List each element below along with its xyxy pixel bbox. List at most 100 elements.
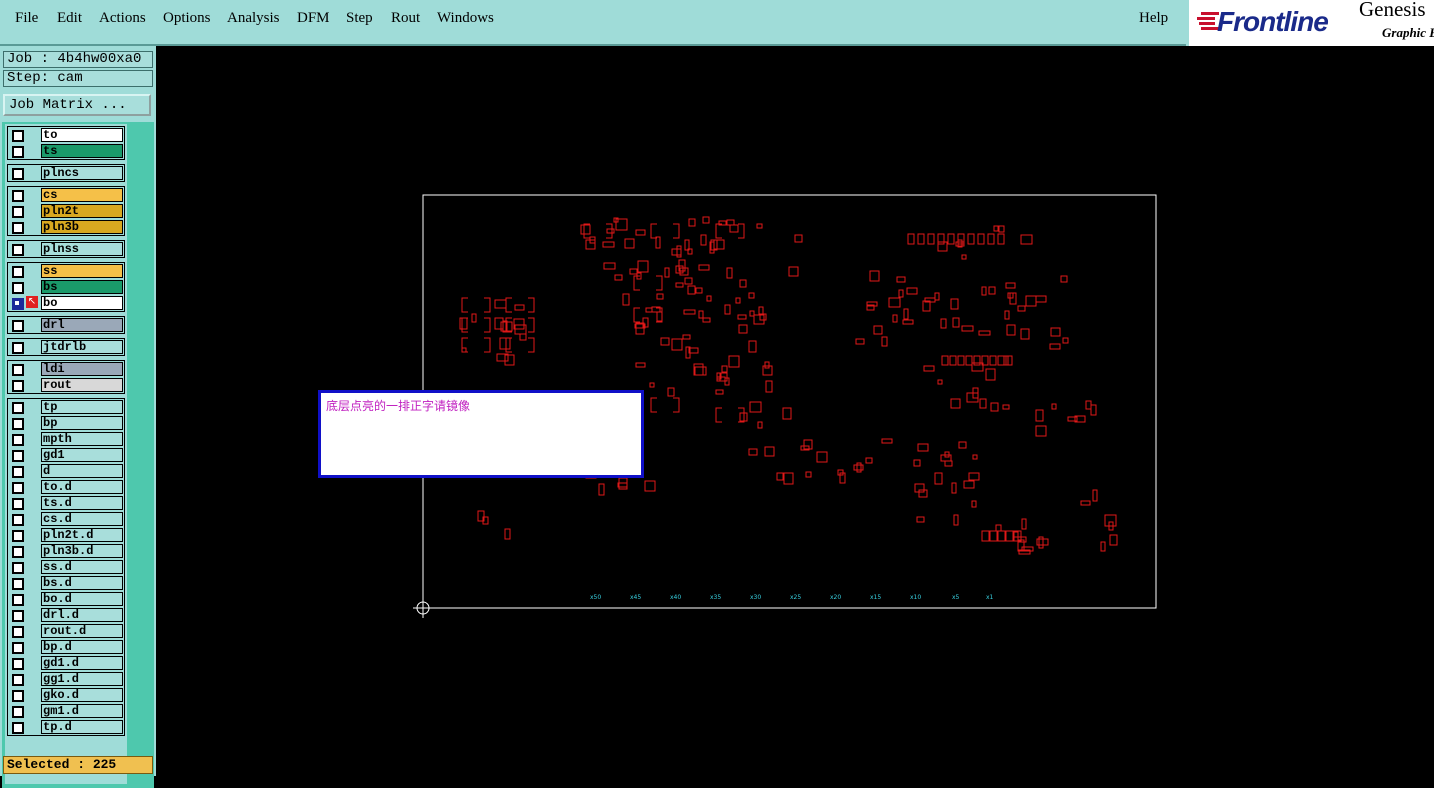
layer-row[interactable]: gm1.d [8, 703, 124, 719]
layer-name[interactable]: bp.d [41, 640, 123, 654]
layer-checkbox[interactable] [12, 610, 24, 622]
layer-row[interactable]: tp [8, 399, 124, 415]
layer-checkbox[interactable] [12, 674, 24, 686]
layer-checkbox[interactable] [12, 546, 24, 558]
layer-checkbox[interactable] [12, 578, 24, 590]
layer-name[interactable]: gd1.d [41, 656, 123, 670]
layer-row[interactable]: plncs [8, 165, 124, 181]
layer-name[interactable]: gm1.d [41, 704, 123, 718]
layer-checkbox[interactable] [12, 298, 24, 310]
layer-row[interactable]: drl [8, 317, 124, 333]
layer-checkbox[interactable] [12, 690, 24, 702]
layer-checkbox[interactable] [12, 146, 24, 158]
layer-name[interactable]: gg1.d [41, 672, 123, 686]
layer-row[interactable]: bs.d [8, 575, 124, 591]
menu-file[interactable]: File [15, 10, 38, 27]
job-matrix-button[interactable]: Job Matrix ... [3, 94, 151, 116]
layer-checkbox[interactable] [12, 266, 24, 278]
layer-row[interactable]: gko.d [8, 687, 124, 703]
layer-row[interactable]: drl.d [8, 607, 124, 623]
layer-checkbox[interactable] [12, 434, 24, 446]
layer-checkbox[interactable] [12, 342, 24, 354]
layer-checkbox[interactable] [12, 450, 24, 462]
layer-checkbox[interactable] [12, 706, 24, 718]
layer-row[interactable]: d [8, 463, 124, 479]
layer-name[interactable]: to [41, 128, 123, 142]
menu-analysis[interactable]: Analysis [227, 10, 280, 27]
layer-row[interactable]: tp.d [8, 719, 124, 735]
layer-name[interactable]: to.d [41, 480, 123, 494]
layer-list[interactable]: to ts plncs cs pln2t pln3b plnss ss bs ↖ bo drl jtdr… [2, 122, 154, 788]
layer-row[interactable]: ss.d [8, 559, 124, 575]
menu-windows[interactable]: Windows [437, 10, 494, 27]
layer-row[interactable]: bp.d [8, 639, 124, 655]
layer-checkbox[interactable] [12, 418, 24, 430]
layer-row[interactable]: plnss [8, 241, 124, 257]
layer-name[interactable]: bs.d [41, 576, 123, 590]
layer-checkbox[interactable] [12, 498, 24, 510]
layer-name[interactable]: pln3b.d [41, 544, 123, 558]
menu-dfm[interactable]: DFM [297, 10, 330, 27]
layer-name[interactable]: ss.d [41, 560, 123, 574]
menu-edit[interactable]: Edit [57, 10, 82, 27]
layer-row[interactable]: cs.d [8, 511, 124, 527]
layer-name[interactable]: cs [41, 188, 123, 202]
layer-checkbox[interactable] [12, 642, 24, 654]
layer-name[interactable]: bo.d [41, 592, 123, 606]
layer-checkbox[interactable] [12, 562, 24, 574]
layer-row[interactable]: ts.d [8, 495, 124, 511]
menu-actions[interactable]: Actions [99, 10, 146, 27]
layer-name[interactable]: gko.d [41, 688, 123, 702]
layer-name[interactable]: jtdrlb [41, 340, 123, 354]
layer-row[interactable]: ldi [8, 361, 124, 377]
layer-name[interactable]: ts.d [41, 496, 123, 510]
layer-row[interactable]: pln3b.d [8, 543, 124, 559]
layer-row[interactable]: pln2t.d [8, 527, 124, 543]
menu-options[interactable]: Options [163, 10, 211, 27]
layer-checkbox[interactable] [12, 482, 24, 494]
layer-name[interactable]: bp [41, 416, 123, 430]
layer-name[interactable]: rout.d [41, 624, 123, 638]
layer-checkbox[interactable] [12, 222, 24, 234]
layer-row[interactable]: gd1 [8, 447, 124, 463]
menu-help[interactable]: Help [1139, 10, 1168, 27]
menu-step[interactable]: Step [346, 10, 373, 27]
layer-name[interactable]: bs [41, 280, 123, 294]
layer-row[interactable]: cs [8, 187, 124, 203]
layer-name[interactable]: ss [41, 264, 123, 278]
layer-checkbox[interactable] [12, 282, 24, 294]
layer-name[interactable]: d [41, 464, 123, 478]
layer-row[interactable]: to.d [8, 479, 124, 495]
menu-rout[interactable]: Rout [391, 10, 420, 27]
layer-row[interactable]: bp [8, 415, 124, 431]
layer-checkbox[interactable] [12, 466, 24, 478]
layer-checkbox[interactable] [12, 364, 24, 376]
layer-checkbox[interactable] [12, 320, 24, 332]
layer-name[interactable]: bo [41, 296, 123, 310]
layer-name[interactable]: drl [41, 318, 123, 332]
layer-checkbox[interactable] [12, 190, 24, 202]
layer-checkbox[interactable] [12, 530, 24, 542]
layer-row[interactable]: pln2t [8, 203, 124, 219]
layer-name[interactable]: tp.d [41, 720, 123, 734]
layer-checkbox[interactable] [12, 594, 24, 606]
layer-row[interactable]: ↖ bo [8, 295, 124, 311]
layer-checkbox[interactable] [12, 722, 24, 734]
layer-row[interactable]: gg1.d [8, 671, 124, 687]
layer-row[interactable]: bs [8, 279, 124, 295]
layer-row[interactable]: gd1.d [8, 655, 124, 671]
layer-row[interactable]: bo.d [8, 591, 124, 607]
layer-row[interactable]: rout [8, 377, 124, 393]
layer-checkbox[interactable] [12, 514, 24, 526]
layer-name[interactable]: pln2t [41, 204, 123, 218]
layer-checkbox[interactable] [12, 626, 24, 638]
layer-row[interactable]: rout.d [8, 623, 124, 639]
layer-row[interactable]: jtdrlb [8, 339, 124, 355]
layer-name[interactable]: tp [41, 400, 123, 414]
layer-checkbox[interactable] [12, 206, 24, 218]
layer-row[interactable]: pln3b [8, 219, 124, 235]
layer-name[interactable]: cs.d [41, 512, 123, 526]
layer-checkbox[interactable] [12, 244, 24, 256]
layer-row[interactable]: ss [8, 263, 124, 279]
layer-name[interactable]: ts [41, 144, 123, 158]
